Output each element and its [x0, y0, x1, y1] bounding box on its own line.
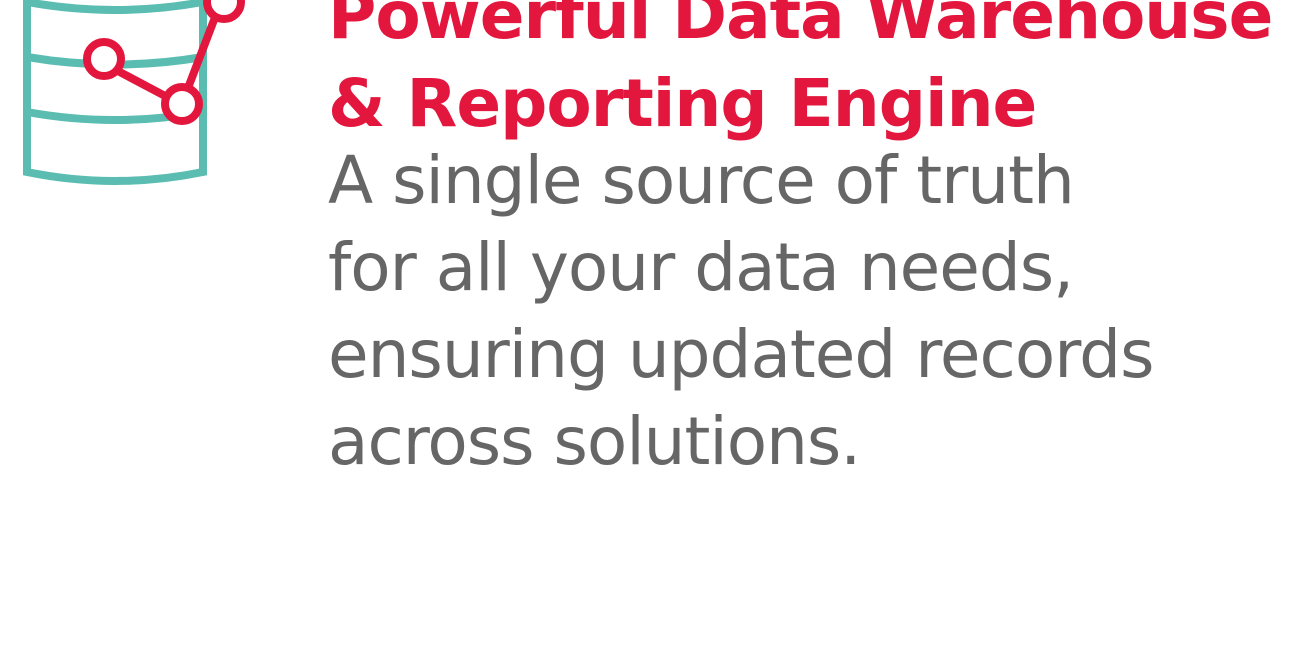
headline-line-2: & Reporting Engine — [328, 65, 1037, 142]
description-line-2: for all your data needs, — [328, 229, 1074, 306]
database-chart-icon — [0, 0, 260, 200]
headline-line-1: Powerful Data Warehouse — [328, 0, 1273, 54]
description-line-1: A single source of truth — [328, 142, 1075, 219]
description: A single source of truth for all your da… — [328, 137, 1154, 485]
feature-panel: Powerful Data Warehouse & Reporting Engi… — [0, 0, 1292, 648]
description-line-4: across solutions. — [328, 403, 861, 480]
headline: Powerful Data Warehouse & Reporting Engi… — [328, 0, 1273, 148]
description-line-3: ensuring updated records — [328, 316, 1154, 393]
